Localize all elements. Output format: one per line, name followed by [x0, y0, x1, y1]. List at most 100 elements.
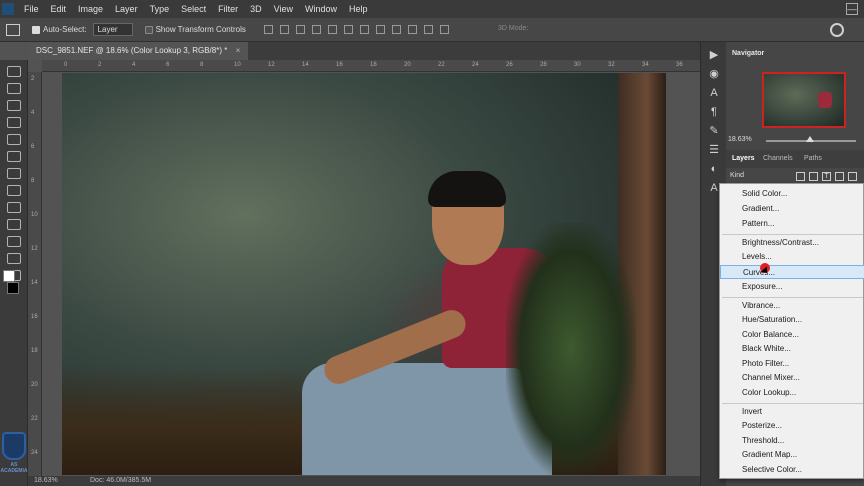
menu-separator	[722, 234, 863, 235]
properties-icon[interactable]: ☰	[708, 145, 720, 156]
play-icon[interactable]: ▶	[708, 50, 720, 61]
menu-pattern[interactable]: Pattern...	[720, 217, 864, 231]
menu-layer[interactable]: Layer	[109, 4, 144, 14]
filter-shape-icon[interactable]	[835, 172, 844, 181]
distribute-middle-icon[interactable]	[375, 25, 385, 34]
menu-type[interactable]: Type	[144, 4, 176, 14]
align-top-icon[interactable]	[263, 25, 273, 34]
menu-curves[interactable]: Curves...	[720, 265, 864, 279]
color-wheel-icon[interactable]: ◉	[708, 69, 720, 80]
show-transform-checkbox[interactable]	[144, 25, 153, 34]
search-icon[interactable]	[830, 23, 844, 37]
close-tab-icon[interactable]: ×	[236, 46, 241, 55]
menu-invert[interactable]: Invert	[720, 405, 864, 419]
adjustments-icon[interactable]: ◐	[708, 164, 720, 175]
horizontal-ruler: 0 2 4 6 8 10 12 14 16 18 20 22 24 26 28 …	[42, 60, 700, 72]
clone-stamp-tool-icon[interactable]	[7, 185, 21, 196]
menu-select[interactable]: Select	[175, 4, 212, 14]
menu-gradient[interactable]: Gradient...	[720, 202, 864, 216]
tab-layers[interactable]: Layers	[732, 155, 755, 162]
menu-vibrance[interactable]: Vibrance...	[720, 299, 864, 313]
tools-panel: AS ACADEMIA	[0, 60, 28, 486]
menu-hue-saturation[interactable]: Hue/Saturation...	[720, 313, 864, 327]
distribute-center-icon[interactable]	[423, 25, 433, 34]
distribute-left-icon[interactable]	[407, 25, 417, 34]
auto-select-option[interactable]: Auto-Select:	[32, 25, 87, 34]
menu-levels[interactable]: Levels...	[720, 250, 864, 264]
navigator-zoom-value[interactable]: 18.63%	[728, 136, 752, 143]
marquee-tool-icon[interactable]	[7, 66, 21, 77]
menu-threshold[interactable]: Threshold...	[720, 434, 864, 448]
align-bottom-icon[interactable]	[295, 25, 305, 34]
menu-color-lookup[interactable]: Color Lookup...	[720, 386, 864, 400]
menu-black-white[interactable]: Black White...	[720, 342, 864, 356]
menu-brightness-contrast[interactable]: Brightness/Contrast...	[720, 236, 864, 250]
filter-smart-object-icon[interactable]	[848, 172, 857, 181]
align-center-icon[interactable]	[327, 25, 337, 34]
status-zoom[interactable]: 18.63%	[34, 477, 58, 484]
navigator-tab[interactable]: Navigator	[732, 50, 764, 57]
eraser-tool-icon[interactable]	[7, 202, 21, 213]
ruler-mark: 22	[438, 62, 445, 68]
filter-pixel-icon[interactable]	[796, 172, 805, 181]
menu-edit[interactable]: Edit	[45, 4, 73, 14]
layer-filter-kind[interactable]: Kind	[730, 172, 744, 179]
filter-adjustment-icon[interactable]	[809, 172, 818, 181]
menu-gradient-map[interactable]: Gradient Map...	[720, 448, 864, 462]
menu-file[interactable]: File	[18, 4, 45, 14]
menu-3d[interactable]: 3D	[244, 4, 268, 14]
crop-tool-icon[interactable]	[7, 117, 21, 128]
quick-select-tool-icon[interactable]	[7, 100, 21, 111]
menu-channel-mixer[interactable]: Channel Mixer...	[720, 371, 864, 385]
character-panel-icon[interactable]: A	[708, 88, 720, 99]
distribute-bottom-icon[interactable]	[391, 25, 401, 34]
menu-filter[interactable]: Filter	[212, 4, 244, 14]
navigator-zoom-slider[interactable]	[766, 136, 856, 142]
menu-selective-color[interactable]: Selective Color...	[720, 463, 864, 477]
paragraph-panel-icon[interactable]: ¶	[708, 107, 720, 118]
healing-brush-tool-icon[interactable]	[7, 151, 21, 162]
menu-photo-filter[interactable]: Photo Filter...	[720, 357, 864, 371]
background-color-swatch[interactable]	[7, 282, 19, 294]
menu-help[interactable]: Help	[343, 4, 374, 14]
menu-window[interactable]: Window	[299, 4, 343, 14]
distribute-right-icon[interactable]	[439, 25, 449, 34]
pen-tool-icon[interactable]	[7, 236, 21, 247]
minimize-button[interactable]: —	[846, 3, 858, 15]
gradient-tool-icon[interactable]	[7, 219, 21, 230]
layers-tab-bar: Layers Channels Paths	[726, 150, 864, 168]
menu-image[interactable]: Image	[72, 4, 109, 14]
auto-select-dropdown[interactable]: Layer	[92, 23, 133, 36]
menu-color-balance[interactable]: Color Balance...	[720, 328, 864, 342]
brush-presets-icon[interactable]: ✎	[708, 126, 720, 137]
align-middle-icon[interactable]	[279, 25, 289, 34]
tab-paths[interactable]: Paths	[804, 155, 822, 162]
align-left-icon[interactable]	[311, 25, 321, 34]
distribute-top-icon[interactable]	[359, 25, 369, 34]
brush-tool-icon[interactable]	[7, 168, 21, 179]
slider-knob[interactable]	[806, 136, 814, 142]
menu-posterize[interactable]: Posterize...	[720, 419, 864, 433]
document-canvas[interactable]	[62, 73, 666, 475]
document-tab[interactable]: DSC_9851.NEF @ 18.6% (Color Lookup 3, RG…	[28, 42, 249, 60]
foreground-color-swatch[interactable]	[3, 270, 15, 282]
auto-select-label: Auto-Select:	[43, 25, 87, 34]
filter-type-icon[interactable]: T	[822, 172, 831, 181]
menu-separator	[722, 403, 863, 404]
eyedropper-tool-icon[interactable]	[7, 134, 21, 145]
menu-solid-color[interactable]: Solid Color...	[720, 187, 864, 201]
menu-exposure[interactable]: Exposure...	[720, 280, 864, 294]
auto-select-checkbox[interactable]	[32, 25, 40, 34]
menu-view[interactable]: View	[268, 4, 299, 14]
move-tool-icon[interactable]	[6, 23, 20, 36]
lasso-tool-icon[interactable]	[7, 83, 21, 94]
align-right-icon[interactable]	[343, 25, 353, 34]
status-doc-size: Doc: 46.0M/385.5M	[90, 477, 152, 484]
show-transform-option[interactable]: Show Transform Controls	[144, 25, 246, 34]
tab-channels[interactable]: Channels	[763, 155, 793, 162]
menu-bar: File Edit Image Layer Type Select Filter…	[0, 0, 864, 18]
navigator-thumbnail[interactable]	[762, 72, 846, 128]
ruler-mark: 2	[98, 62, 102, 68]
hand-tool-icon[interactable]	[7, 253, 21, 264]
ruler-mark: 28	[540, 62, 547, 68]
